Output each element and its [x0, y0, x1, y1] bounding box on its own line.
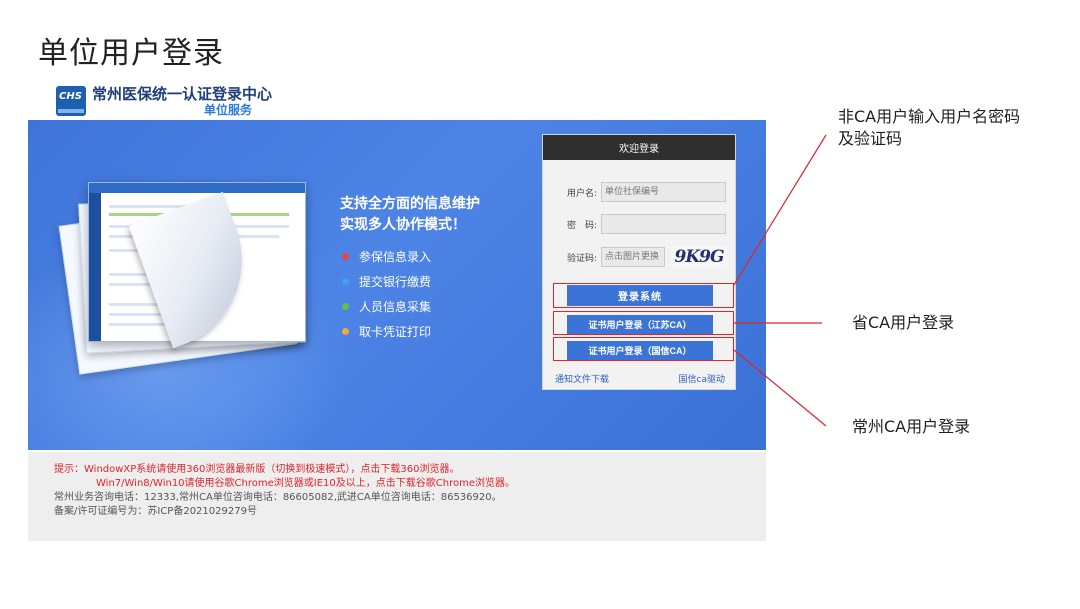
callout-non-ca: 非CA用户输入用户名密码 及验证码 — [838, 106, 1020, 150]
feature-item: 人员信息采集 — [342, 294, 431, 319]
password-label: 密 码: — [566, 220, 597, 231]
login-links: 通知文件下载 国信ca驱动 — [555, 372, 725, 385]
slogan: 支持全方面的信息维护 实现多人协作模式！ — [340, 194, 480, 236]
feature-label: 取卡凭证打印 — [359, 325, 432, 339]
bullet-dot-icon — [342, 253, 349, 260]
slogan-line-1: 支持全方面的信息维护 — [340, 196, 480, 212]
brand-header: CHS 常州医保统一认证登录中心 单位服务 — [56, 84, 272, 118]
contact-info: 常州业务咨询电话：12333,常州CA单位咨询电话：86605082,武进CA单… — [54, 492, 502, 503]
username-label: 用户名: — [566, 188, 597, 199]
feature-item: 取卡凭证打印 — [342, 319, 431, 344]
icp-info: 备案/许可证编号为：苏ICP备2021029279号 — [54, 506, 257, 517]
password-input[interactable] — [601, 214, 726, 234]
captcha-row: 验证码: 9K9G — [543, 246, 737, 268]
feature-list: 参保信息录入 提交银行缴费 人员信息采集 取卡凭证打印 — [342, 244, 431, 344]
password-row: 密 码: — [543, 214, 737, 234]
logo-text: CHS — [59, 91, 82, 102]
guoxin-driver-link[interactable]: 国信ca驱动 — [679, 372, 725, 385]
footer: 提示：WindowXP系统请使用360浏览器最新版（切换到极速模式），点击下载3… — [28, 452, 766, 541]
bullet-dot-icon — [342, 328, 349, 335]
username-input[interactable] — [601, 182, 726, 202]
captcha-input[interactable] — [601, 247, 665, 267]
highlight-login-box — [553, 283, 734, 308]
captcha-image[interactable]: 9K9G — [671, 246, 727, 268]
browser-tip-win: Win7/Win8/Win10请使用谷歌Chrome浏览器或IE10及以上，点击… — [96, 478, 515, 489]
slide-title: 单位用户登录 — [38, 36, 224, 71]
login-header: 欢迎登录 — [543, 135, 735, 160]
callout-changzhou-ca: 常州CA用户登录 — [852, 417, 971, 436]
login-page-screenshot: CHS 常州医保统一认证登录中心 单位服务 支持全方面的信息维护 实现多人协作模… — [28, 78, 766, 541]
feature-label: 参保信息录入 — [359, 250, 432, 264]
callout-non-ca-line-2: 及验证码 — [838, 129, 903, 148]
brand-title: 常州医保统一认证登录中心 — [92, 84, 273, 103]
slogan-line-2: 实现多人协作模式！ — [340, 217, 466, 233]
feature-label: 提交银行缴费 — [359, 275, 432, 289]
feature-item: 参保信息录入 — [342, 244, 431, 269]
brand-subtitle: 单位服务 — [204, 102, 253, 117]
username-row: 用户名: — [543, 182, 737, 202]
chs-logo-icon: CHS — [56, 86, 86, 116]
highlight-jiangsu-ca-box — [553, 311, 734, 335]
bullet-dot-icon — [342, 303, 349, 310]
feature-item: 提交银行缴费 — [342, 269, 431, 294]
bullet-dot-icon — [342, 278, 349, 285]
notice-download-link[interactable]: 通知文件下载 — [555, 372, 609, 385]
highlight-guoxin-ca-box — [553, 337, 734, 361]
browser-tip-xp: 提示：WindowXP系统请使用360浏览器最新版（切换到极速模式），点击下载3… — [54, 464, 460, 475]
feature-label: 人员信息采集 — [359, 300, 432, 314]
callout-non-ca-line-1: 非CA用户输入用户名密码 — [838, 107, 1021, 126]
captcha-label: 验证码: — [566, 253, 597, 264]
callout-province-ca: 省CA用户登录 — [852, 313, 955, 332]
